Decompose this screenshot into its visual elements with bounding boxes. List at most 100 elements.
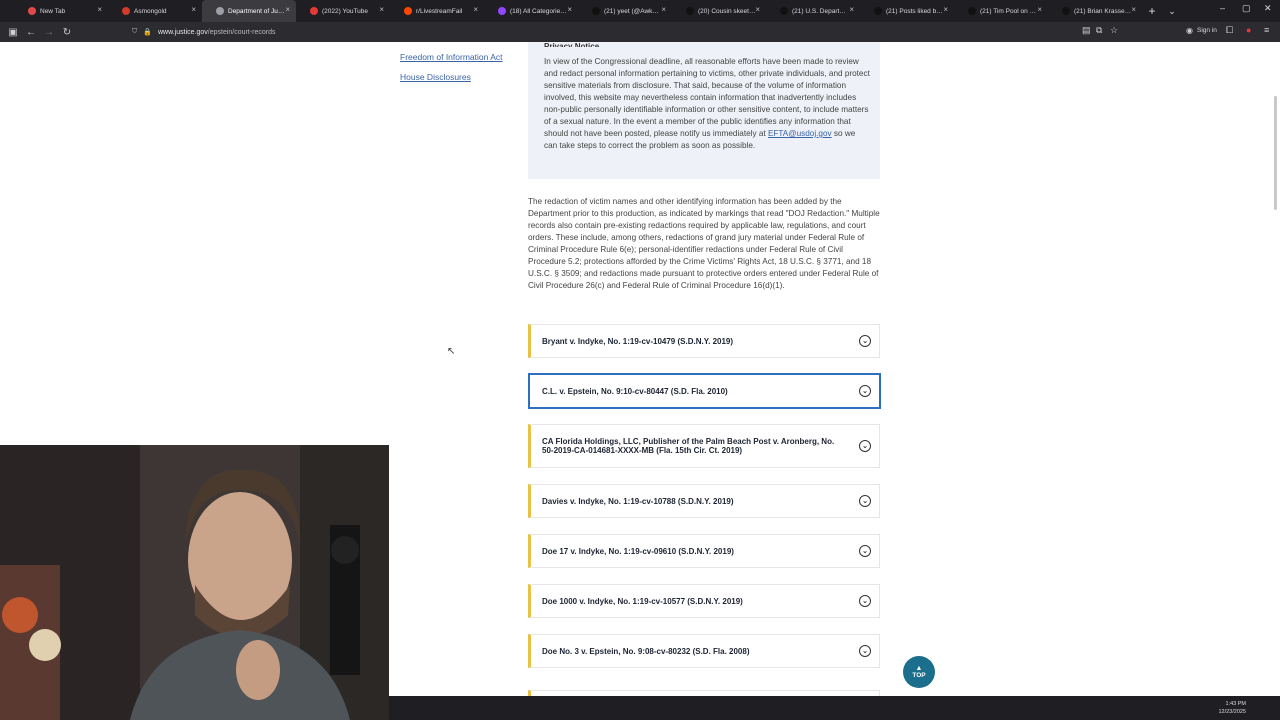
tab-favicon-icon — [686, 7, 694, 15]
list-all-tabs-button[interactable]: ⌄ — [1162, 6, 1182, 17]
sign-in-button[interactable]: Sign in — [1197, 27, 1217, 34]
tab-label: r/LivestreamFail — [416, 7, 463, 15]
sidebar-toggle-icon[interactable]: ▣ — [4, 27, 22, 38]
browser-tab[interactable]: r/LivestreamFail × — [390, 0, 484, 22]
foia-link[interactable]: Freedom of Information Act — [400, 52, 503, 62]
tab-favicon-icon — [216, 7, 224, 15]
house-disclosures-link[interactable]: House Disclosures — [400, 72, 471, 82]
browser-tab[interactable]: New Tab × — [14, 0, 108, 22]
tab-close-icon[interactable]: × — [191, 5, 196, 14]
back-button[interactable]: ← — [22, 27, 40, 38]
privacy-notice-text: In view of the Congressional deadline, a… — [544, 56, 870, 152]
browser-tab[interactable]: Department of Justice | E× — [202, 0, 296, 22]
tab-close-icon[interactable]: × — [1131, 5, 1136, 14]
tab-label: (21) Brian Krassenstein o — [1074, 7, 1132, 15]
tab-label: (18) All Categories - Twitch — [510, 7, 568, 15]
case-accordion-item[interactable]: CA Florida Holdings, LLC, Publisher of t… — [528, 424, 880, 468]
tab-close-icon[interactable]: × — [755, 5, 760, 14]
case-title: Davies v. Indyke, No. 1:19-cv-10788 (S.D… — [542, 496, 734, 506]
close-window-button[interactable]: ✕ — [1264, 3, 1272, 14]
browser-tab[interactable]: (21) Tim Pool on X: "We× — [954, 0, 1048, 22]
tab-label: New Tab — [40, 7, 66, 15]
browser-tab[interactable]: (21) U.S. Department of× — [766, 0, 860, 22]
url-path: /epstein/court-records — [207, 28, 276, 36]
tab-favicon-icon — [122, 7, 130, 15]
tab-label: (21) U.S. Department of — [792, 7, 850, 15]
chevron-down-icon[interactable]: ⌄ — [859, 335, 871, 347]
clock-time: 1:43 PM — [1225, 701, 1246, 707]
tab-label: (2022) YouTube — [322, 7, 369, 15]
url-bar[interactable]: ⛉ 🔒 www.justice.gov/epstein/court-record… — [132, 25, 1132, 39]
tab-label: (21) Tim Pool on X: "We — [980, 7, 1038, 15]
shield-icon[interactable]: ⛉ — [132, 28, 137, 36]
account-icon[interactable]: ◉ — [1186, 26, 1193, 35]
extensions-icon[interactable]: ⧠ — [1226, 25, 1233, 36]
tab-close-icon[interactable]: × — [849, 5, 854, 14]
bookmark-star-icon[interactable]: ☆ — [1110, 25, 1118, 36]
taskbar — [389, 696, 1280, 720]
case-title: Bryant v. Indyke, No. 1:19-cv-10479 (S.D… — [542, 336, 734, 346]
reader-view-icon[interactable]: ▤ — [1082, 25, 1091, 36]
tab-close-icon[interactable]: × — [567, 5, 572, 14]
tab-close-icon[interactable]: × — [379, 5, 384, 14]
redaction-paragraph: The redaction of victim names and other … — [528, 197, 880, 290]
browser-tab[interactable]: Asmongold × — [108, 0, 202, 22]
tab-label: (20) Cousin skeeter on X — [698, 7, 756, 15]
tab-close-icon[interactable]: × — [1037, 5, 1042, 14]
case-accordion-item[interactable]: Davies v. Indyke, No. 1:19-cv-10788 (S.D… — [528, 484, 880, 518]
case-accordion-item[interactable]: Doe No. 3 v. Epstein, No. 9:08-cv-80232 … — [528, 634, 880, 668]
forward-button[interactable]: → — [40, 27, 58, 38]
tab-favicon-icon — [780, 7, 788, 15]
tab-close-icon[interactable]: × — [473, 5, 478, 14]
tab-favicon-icon — [874, 7, 882, 15]
maximize-button[interactable]: ▢ — [1242, 3, 1251, 14]
scrollbar-thumb[interactable] — [1274, 96, 1277, 210]
browser-tab[interactable]: (21) Brian Krassenstein o× — [1048, 0, 1142, 22]
mouse-cursor-icon: ↖ — [447, 346, 456, 357]
tab-label: Asmongold — [134, 7, 167, 15]
browser-tab[interactable]: (18) All Categories - Twitch× — [484, 0, 578, 22]
chevron-down-icon[interactable]: ⌄ — [859, 545, 871, 557]
case-accordion-item[interactable]: Doe 1000 v. Indyke, No. 1:19-cv-10577 (S… — [528, 584, 880, 618]
tab-favicon-icon — [968, 7, 976, 15]
url-host: www.justice.gov — [157, 28, 208, 36]
browser-tab[interactable]: (20) Cousin skeeter on X× — [672, 0, 766, 22]
tab-close-icon[interactable]: × — [285, 5, 290, 14]
browser-tab[interactable]: (2022) YouTube × — [296, 0, 390, 22]
privacy-notice-title: Privacy Notice — [544, 42, 600, 47]
case-title: C.L. v. Epstein, No. 9:10-cv-80447 (S.D.… — [542, 386, 728, 396]
tab-strip: New Tab×Asmongold×Department of Justice … — [0, 0, 1280, 22]
case-title: Doe 17 v. Indyke, No. 1:19-cv-09610 (S.D… — [542, 546, 734, 556]
tab-favicon-icon — [28, 7, 36, 15]
tab-favicon-icon — [310, 7, 318, 15]
notification-badge-icon[interactable]: ● — [1246, 25, 1251, 35]
menu-icon[interactable]: ≡ — [1264, 25, 1269, 35]
case-title: Doe 1000 v. Indyke, No. 1:19-cv-10577 (S… — [542, 596, 743, 606]
chevron-down-icon[interactable]: ⌄ — [859, 385, 871, 397]
case-accordion-item[interactable]: Doe 17 v. Indyke, No. 1:19-cv-09610 (S.D… — [528, 534, 880, 568]
chevron-down-icon[interactable]: ⌄ — [859, 595, 871, 607]
browser-tab[interactable]: (21) Posts liked by Zack× — [860, 0, 954, 22]
tab-close-icon[interactable]: × — [661, 5, 666, 14]
tab-favicon-icon — [498, 7, 506, 15]
back-to-top-button[interactable]: ▲ TOP — [903, 656, 935, 688]
tab-favicon-icon — [1062, 7, 1070, 15]
browser-tab[interactable]: (21) yeet (@Awk20000) / X× — [578, 0, 672, 22]
notice-body-before: In view of the Congressional deadline, a… — [544, 57, 870, 138]
reload-button[interactable]: ↻ — [58, 27, 76, 38]
minimize-button[interactable]: – — [1220, 3, 1225, 13]
chevron-down-icon[interactable]: ⌄ — [859, 495, 871, 507]
case-accordion-item[interactable]: C.L. v. Epstein, No. 9:10-cv-80447 (S.D.… — [528, 373, 881, 409]
tab-label: (21) Posts liked by Zack — [886, 7, 944, 15]
tab-close-icon[interactable]: × — [943, 5, 948, 14]
screenshot-icon[interactable]: ⧉ — [1096, 25, 1102, 36]
tab-favicon-icon — [592, 7, 600, 15]
chevron-down-icon[interactable]: ⌄ — [859, 440, 871, 452]
case-accordion-item[interactable]: Bryant v. Indyke, No. 1:19-cv-10479 (S.D… — [528, 324, 880, 358]
efta-email-link[interactable]: EFTA@usdoj.gov — [768, 129, 832, 138]
back-to-top-label: TOP — [912, 672, 926, 679]
chevron-down-icon[interactable]: ⌄ — [859, 645, 871, 657]
tab-favicon-icon — [404, 7, 412, 15]
tab-close-icon[interactable]: × — [97, 5, 102, 14]
new-tab-button[interactable]: + — [1142, 4, 1162, 18]
